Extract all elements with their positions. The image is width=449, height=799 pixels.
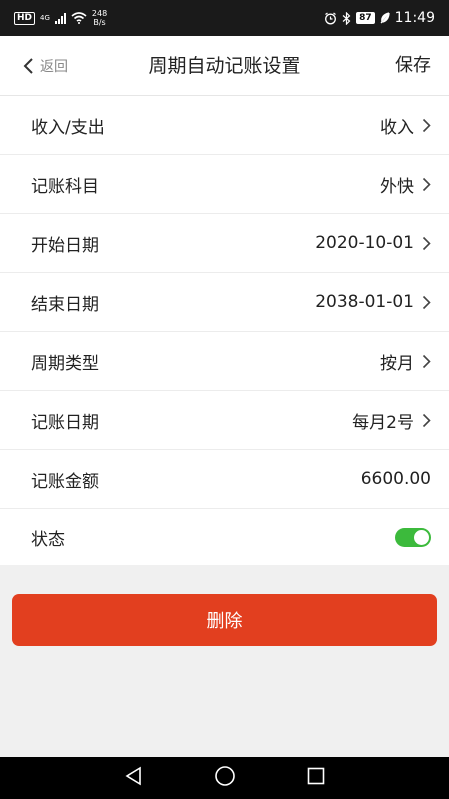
- row-value-group: 每月2号: [352, 408, 431, 433]
- row-value: 收入: [380, 117, 414, 138]
- status-row: 状态: [0, 509, 449, 565]
- row-value: 按月: [380, 353, 414, 374]
- cycle-type-row[interactable]: 周期类型 按月: [0, 332, 449, 391]
- alarm-icon: [325, 12, 337, 24]
- row-value: 每月2号: [352, 412, 414, 433]
- save-button[interactable]: 保存: [395, 36, 431, 96]
- income-expense-row[interactable]: 收入/支出 收入: [0, 96, 449, 155]
- battery-icon: 87: [356, 12, 375, 24]
- chevron-right-icon: [422, 118, 431, 132]
- status-toggle[interactable]: [395, 527, 431, 547]
- speed-value: 248: [91, 9, 108, 18]
- amount-row[interactable]: 记账金额 6600.00: [0, 450, 449, 509]
- row-label: 收入/支出: [31, 117, 105, 138]
- bluetooth-icon: [342, 11, 351, 25]
- back-triangle-icon[interactable]: [124, 766, 144, 790]
- record-date-row[interactable]: 记账日期 每月2号: [0, 391, 449, 450]
- start-date-row[interactable]: 开始日期 2020-10-01: [0, 214, 449, 273]
- end-date-row[interactable]: 结束日期 2038-01-01: [0, 273, 449, 332]
- row-label: 记账金额: [31, 471, 99, 492]
- row-value-group: 2020-10-01: [315, 233, 431, 253]
- status-bar: HD 4G 248 B/s 87 11:49: [0, 0, 449, 36]
- row-value: 2020-10-01: [315, 233, 414, 253]
- amount-value[interactable]: 6600.00: [361, 469, 431, 489]
- settings-list: 收入/支出 收入 记账科目 外快 开始日期 2020-10-01 结束日期 20…: [0, 96, 449, 565]
- recents-square-icon[interactable]: [306, 766, 326, 790]
- chevron-right-icon: [422, 295, 431, 309]
- row-value-group: 收入: [380, 113, 431, 138]
- account-category-row[interactable]: 记账科目 外快: [0, 155, 449, 214]
- signal-type-label: 4G: [40, 14, 50, 22]
- row-label: 开始日期: [31, 235, 99, 256]
- row-label: 周期类型: [31, 353, 99, 374]
- back-label: 返回: [40, 59, 68, 75]
- signal-icon: [54, 12, 66, 24]
- hd-badge: HD: [14, 11, 36, 25]
- row-value-group: 2038-01-01: [315, 292, 431, 312]
- chevron-right-icon: [422, 177, 431, 191]
- network-speed: 248 B/s: [92, 9, 107, 27]
- chevron-right-icon: [422, 354, 431, 368]
- row-value-group: 按月: [380, 349, 431, 374]
- home-circle-icon[interactable]: [214, 765, 236, 791]
- row-value: 2038-01-01: [315, 292, 414, 312]
- row-label: 记账科目: [31, 176, 99, 197]
- status-bar-right: 87 11:49: [324, 10, 435, 26]
- back-button[interactable]: 返回: [22, 36, 68, 96]
- header-bar: 返回 周期自动记账设置 保存: [0, 36, 449, 96]
- wifi-icon: [71, 12, 87, 24]
- chevron-right-icon: [422, 236, 431, 250]
- system-nav-bar: [0, 757, 449, 799]
- row-label: 状态: [31, 529, 65, 550]
- row-label: 记账日期: [31, 412, 99, 433]
- row-value: 外快: [380, 176, 414, 197]
- delete-button[interactable]: 删除: [12, 594, 437, 646]
- charging-icon: [380, 12, 390, 24]
- chevron-right-icon: [422, 413, 431, 427]
- status-bar-left: HD 4G 248 B/s: [14, 9, 107, 27]
- row-label: 结束日期: [31, 294, 99, 315]
- chevron-left-icon: [23, 58, 33, 74]
- clock: 11:49: [394, 10, 435, 26]
- speed-unit: B/s: [93, 18, 106, 27]
- row-value-group: 外快: [380, 172, 431, 197]
